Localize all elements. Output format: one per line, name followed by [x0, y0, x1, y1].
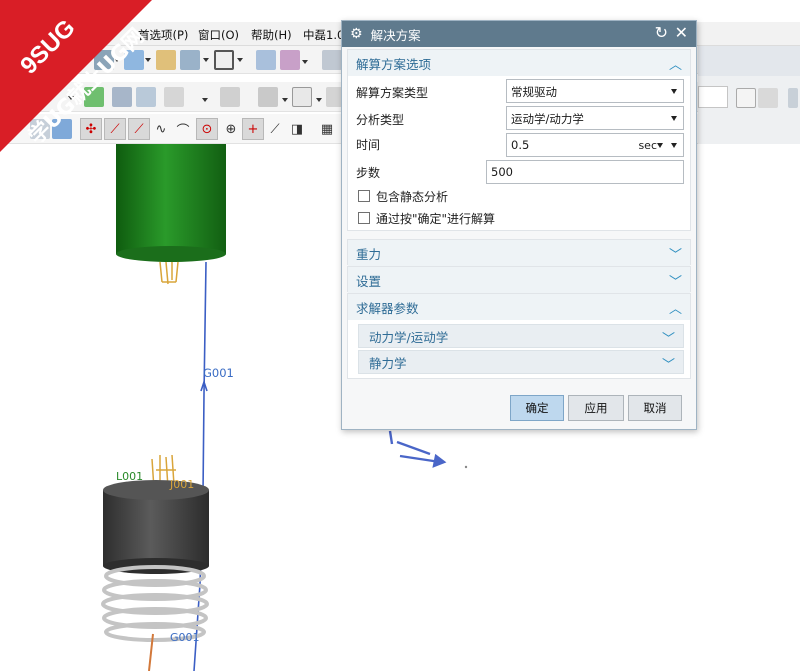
time-input[interactable]: 0.5 sec — [506, 133, 684, 157]
analysis-type-select[interactable]: 运动学/动力学 — [506, 106, 684, 130]
snap-center-icon[interactable]: ⊙ — [196, 118, 218, 140]
transform-icon[interactable] — [280, 50, 300, 70]
section-header[interactable]: 重力 ﹀ — [348, 240, 690, 266]
section-header[interactable]: 解算方案选项 ︿ — [348, 50, 690, 76]
chevron-down-icon[interactable] — [237, 58, 243, 62]
toolbar-band — [698, 46, 800, 76]
dialog-title-bar[interactable]: ⚙ 解决方案 ↻ ✕ — [342, 21, 696, 47]
chevron-up-icon[interactable]: ︿ — [669, 298, 682, 317]
ok-button[interactable]: 确定 — [510, 395, 564, 421]
chevron-down-icon[interactable] — [316, 98, 322, 102]
chevron-down-icon — [671, 116, 677, 121]
dialog-title: 解决方案 — [370, 27, 421, 43]
section-header[interactable]: 设置 ﹀ — [348, 267, 690, 293]
subsection-statics[interactable]: 静力学 ﹀ — [358, 350, 684, 374]
steps-input[interactable]: 500 — [486, 160, 684, 184]
plus-icon[interactable] — [736, 88, 756, 108]
chevron-down-icon[interactable]: ﹀ — [669, 244, 682, 263]
section-header[interactable]: 求解器参数 ︿ — [348, 294, 690, 320]
time-label: 时间 — [356, 138, 381, 152]
solution-dialog: ⚙ 解决方案 ↻ ✕ 解算方案选项 ︿ 解算方案类型 常规驱动 分析类型 运动学… — [341, 20, 697, 430]
time-value: 0.5 — [511, 138, 530, 152]
site-watermark-logo: 9SUG 学UG就上UG网 — [0, 0, 152, 152]
section-gravity: 重力 ﹀ — [347, 239, 691, 266]
section-title: 解算方案选项 — [356, 56, 432, 72]
menu-window[interactable]: 窗口(O) — [198, 27, 239, 43]
snap-tangent-icon[interactable]: ⟋ — [264, 118, 286, 140]
time-unit[interactable]: sec — [638, 139, 657, 152]
chevron-up-icon[interactable]: ︿ — [669, 54, 682, 73]
section-title: 重力 — [356, 246, 382, 262]
chevron-down-icon[interactable] — [282, 98, 288, 102]
solution-type-value: 常规驱动 — [511, 85, 557, 99]
subsection-title: 静力学 — [369, 355, 407, 371]
flag-icon[interactable] — [758, 88, 778, 108]
solution-type-label: 解算方案类型 — [356, 86, 429, 100]
label-j001[interactable]: J001 — [170, 478, 194, 491]
shape-icon[interactable] — [164, 87, 184, 107]
chevron-down-icon[interactable] — [302, 60, 308, 64]
static-analysis-label: 包含静态分析 — [376, 190, 449, 204]
menu-plugin[interactable]: 中磊1.0 — [303, 27, 344, 43]
apply-button[interactable]: 应用 — [568, 395, 624, 421]
grid-icon[interactable] — [322, 50, 342, 70]
right-toolbar — [698, 46, 800, 144]
snap-quadrant-icon[interactable]: ⊕ — [220, 118, 242, 140]
folder-icon[interactable] — [156, 50, 176, 70]
snap-intersect-icon[interactable]: ⌒ — [172, 118, 194, 140]
square-icon[interactable] — [214, 50, 234, 70]
analysis-type-value: 运动学/动力学 — [511, 112, 584, 126]
label-g001-top[interactable]: G001 — [203, 366, 234, 380]
chart-icon[interactable] — [220, 87, 240, 107]
analysis-type-label: 分析类型 — [356, 113, 405, 127]
chevron-down-icon[interactable]: ﹀ — [662, 328, 675, 347]
subsection-title: 动力学/运动学 — [369, 329, 449, 345]
subsection-dynamics[interactable]: 动力学/运动学 ﹀ — [358, 324, 684, 348]
pin-icon[interactable] — [788, 88, 798, 108]
solution-type-select[interactable]: 常规驱动 — [506, 79, 684, 103]
chevron-down-icon[interactable] — [671, 143, 677, 148]
green-part[interactable] — [116, 144, 226, 262]
origin-dot — [464, 465, 468, 469]
move-icon[interactable] — [256, 50, 276, 70]
label-l001[interactable]: L001 — [116, 470, 143, 483]
steps-value: 500 — [491, 165, 513, 179]
snap-face-icon[interactable]: ◨ — [286, 118, 308, 140]
menu-help[interactable]: 帮助(H) — [251, 27, 292, 43]
section-solver-params: 求解器参数 ︿ 动力学/运动学 ﹀ 静力学 ﹀ — [347, 293, 691, 379]
snap-curve-icon[interactable]: ∿ — [150, 118, 172, 140]
solve-on-ok-checkbox[interactable] — [358, 212, 370, 224]
snap-cross-icon[interactable]: + — [242, 118, 264, 140]
steps-label: 步数 — [356, 166, 381, 180]
gear-icon: ⚙ — [350, 26, 363, 42]
solve-on-ok-label: 通过按"确定"进行解算 — [376, 212, 496, 226]
static-analysis-checkbox[interactable] — [358, 190, 370, 202]
chevron-down-icon[interactable]: ﹀ — [669, 271, 682, 290]
chevron-down-icon — [671, 89, 677, 94]
section-settings: 设置 ﹀ — [347, 266, 691, 293]
cancel-button[interactable]: 取消 — [628, 395, 682, 421]
measure-icon[interactable] — [258, 87, 278, 107]
snap-grid-icon[interactable]: ▦ — [316, 118, 338, 140]
filter-field[interactable] — [698, 86, 728, 108]
label-g001-bottom[interactable]: G001 — [170, 631, 200, 644]
chevron-down-icon[interactable] — [657, 143, 663, 148]
section-title: 设置 — [356, 273, 382, 289]
dark-part[interactable] — [103, 480, 209, 574]
coordinate-axes — [388, 430, 447, 468]
reset-icon[interactable]: ↻ — [655, 24, 668, 42]
section-solution-options: 解算方案选项 ︿ 解算方案类型 常规驱动 分析类型 运动学/动力学 时间 0.5… — [347, 49, 691, 231]
joint-marker-top[interactable] — [159, 261, 179, 285]
chevron-down-icon[interactable] — [203, 58, 209, 62]
chevron-down-icon[interactable]: ﹀ — [662, 354, 675, 373]
spring[interactable] — [101, 565, 209, 642]
section-title: 求解器参数 — [356, 300, 419, 316]
chevron-down-icon[interactable] — [202, 98, 208, 102]
close-icon[interactable]: ✕ — [675, 24, 688, 42]
box-icon[interactable] — [292, 87, 312, 107]
view-icon[interactable] — [180, 50, 200, 70]
